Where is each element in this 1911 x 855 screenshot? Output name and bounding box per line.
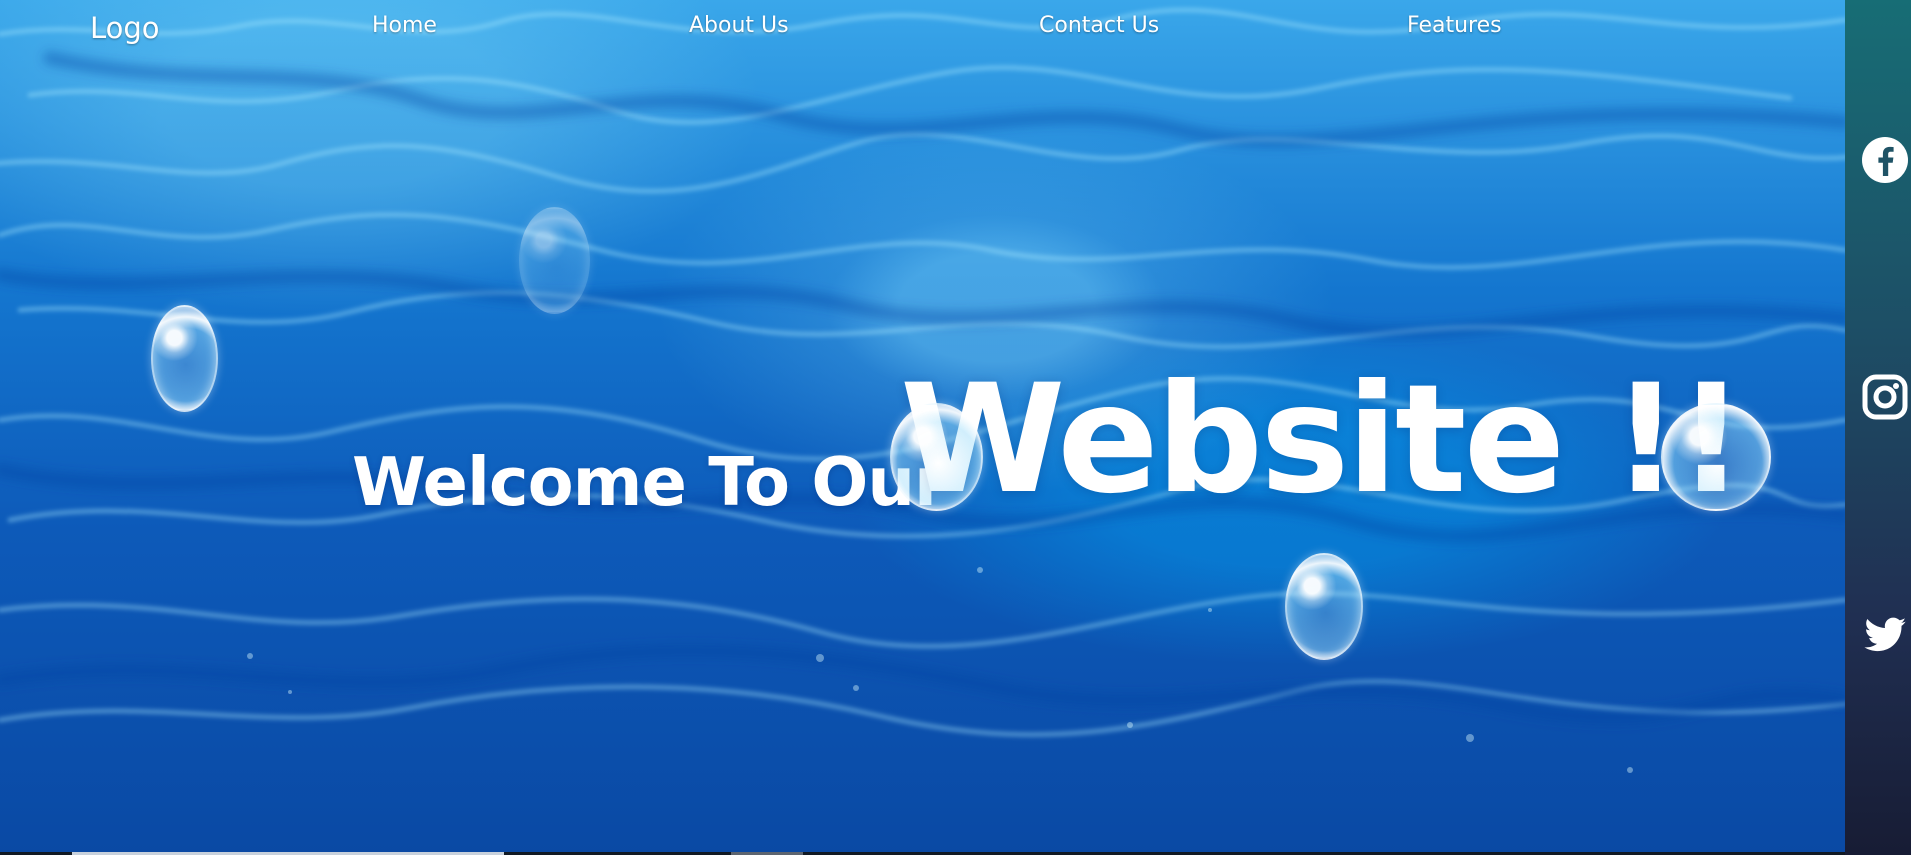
top-navigation: Logo Home About Us Contact Us Features [0, 0, 1845, 60]
nav-about-us-link[interactable]: About Us [689, 13, 789, 38]
floating-bubble [1285, 553, 1363, 660]
facebook-icon[interactable] [1861, 136, 1909, 184]
social-sidebar [1845, 0, 1911, 855]
nav-home-link[interactable]: Home [372, 13, 437, 38]
twitter-icon[interactable] [1861, 611, 1909, 659]
floating-bubble [890, 403, 983, 511]
nav-features-link[interactable]: Features [1407, 13, 1502, 38]
floating-bubble [151, 305, 218, 412]
nav-contact-us-link[interactable]: Contact Us [1039, 13, 1159, 38]
water-hero-background: Logo Home About Us Contact Us Features W… [0, 0, 1845, 855]
faint-floating-bubble [519, 207, 590, 314]
floating-bubble [1661, 403, 1771, 511]
instagram-icon[interactable] [1861, 373, 1909, 421]
logo-link[interactable]: Logo [90, 11, 160, 45]
landing-page: Logo Home About Us Contact Us Features W… [0, 0, 1911, 855]
welcome-heading: Welcome To Our Website !! [352, 353, 1745, 527]
website-text: Website !! [900, 353, 1745, 528]
welcome-text: Welcome To Our [352, 443, 947, 522]
